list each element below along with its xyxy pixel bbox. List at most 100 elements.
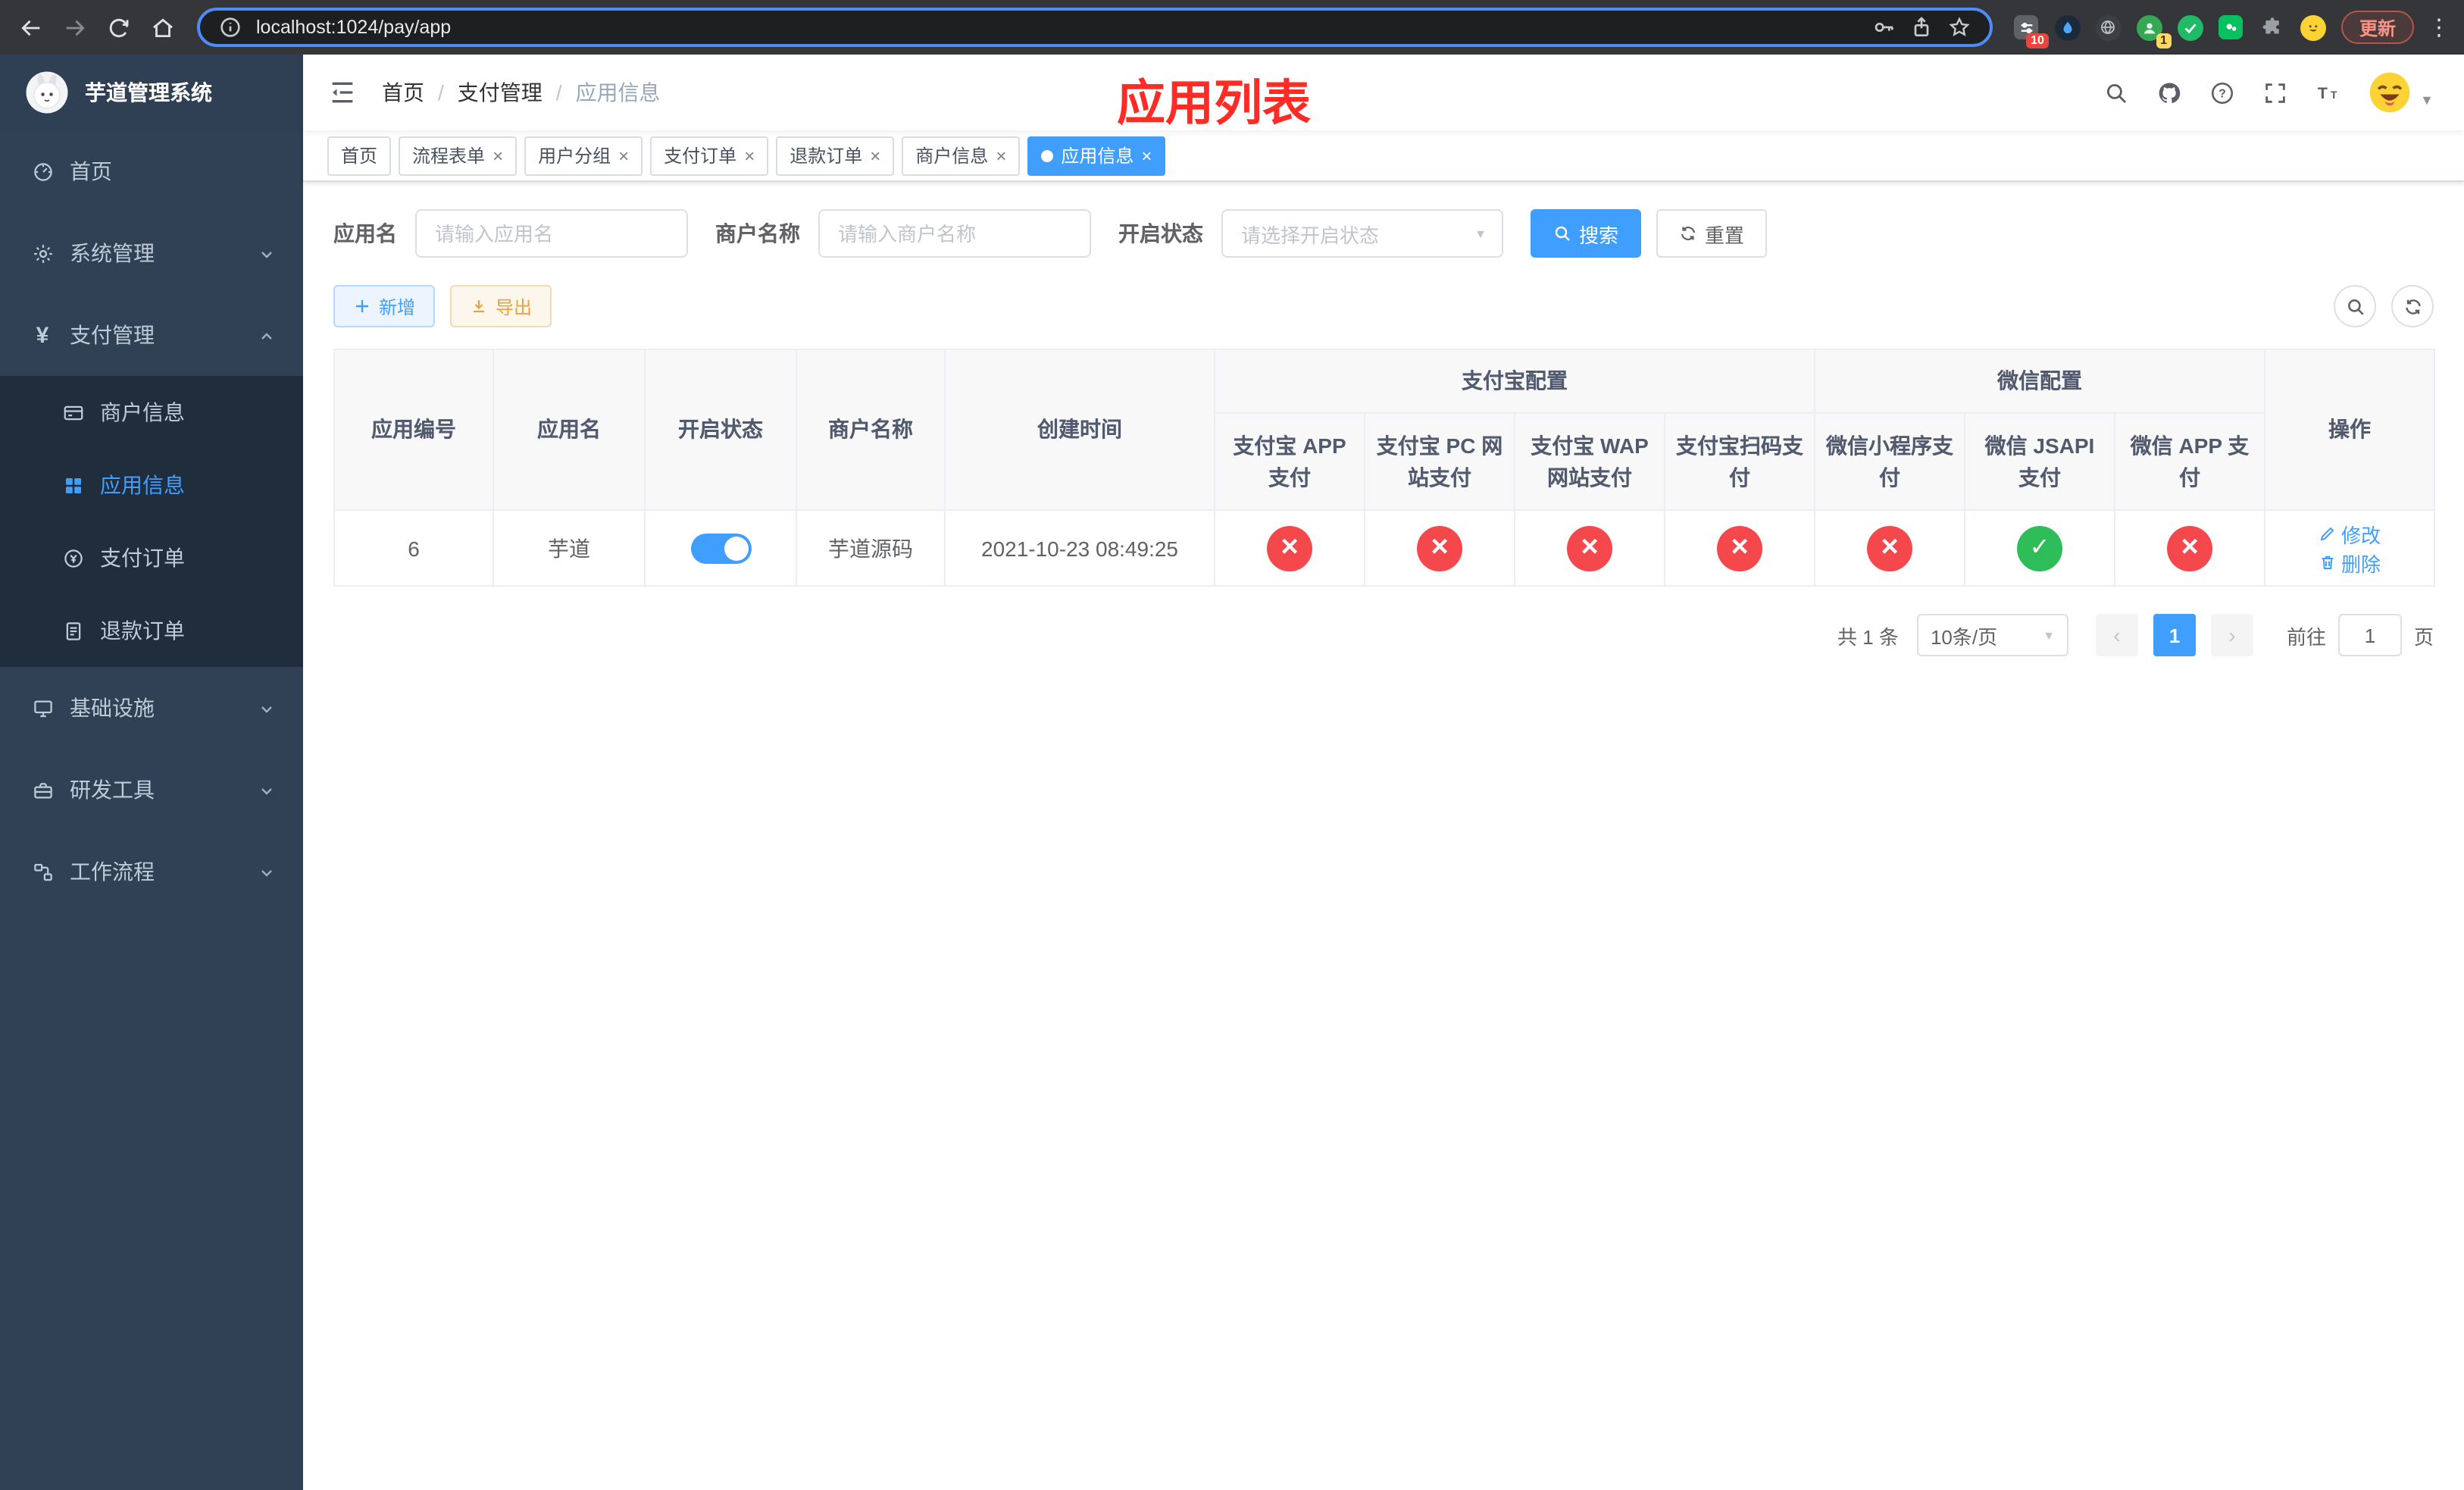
- share-icon[interactable]: [1909, 15, 1934, 39]
- breadcrumb-payment[interactable]: 支付管理: [458, 77, 543, 108]
- font-size-icon[interactable]: TT: [2314, 79, 2341, 106]
- github-icon[interactable]: [2155, 79, 2182, 106]
- puzzle-extension-icon[interactable]: [2258, 13, 2287, 42]
- browser-menu-icon[interactable]: ⋮: [2428, 14, 2450, 41]
- svg-text:T: T: [2317, 83, 2327, 102]
- chevron-down-icon: [258, 699, 276, 717]
- green-square-extension-icon[interactable]: [2217, 13, 2246, 42]
- browser-toolbar: localhost:1024/pay/app 10 1 更新 ⋮: [0, 0, 2464, 55]
- tab-process-form[interactable]: 流程表单 ×: [399, 136, 518, 175]
- tab-merchant-info[interactable]: 商户信息 ×: [902, 136, 1021, 175]
- status-select[interactable]: 请选择开启状态 ▼: [1221, 209, 1503, 258]
- sidebar-item-payment[interactable]: ¥ 支付管理: [0, 294, 303, 376]
- help-icon[interactable]: ?: [2208, 79, 2235, 106]
- forward-icon[interactable]: [59, 12, 89, 42]
- sidebar-toggle-icon[interactable]: [327, 77, 358, 108]
- back-icon[interactable]: [15, 12, 45, 42]
- goto-page-input[interactable]: [2337, 614, 2402, 656]
- tab-label: 商户信息: [915, 146, 989, 167]
- breadcrumb-separator: /: [555, 80, 562, 105]
- svg-text:?: ?: [2218, 87, 2225, 100]
- page-size-select[interactable]: 10条/页 ▼: [1916, 614, 2068, 656]
- merchant-name-input[interactable]: [818, 209, 1091, 258]
- page-number-1[interactable]: 1: [2153, 614, 2196, 656]
- add-button[interactable]: 新增: [333, 285, 436, 327]
- tab-refund-orders[interactable]: 退款订单 ×: [776, 136, 895, 175]
- reset-button[interactable]: 重置: [1656, 209, 1768, 258]
- search-icon: [1555, 226, 1570, 241]
- tab-close-icon[interactable]: ×: [492, 146, 503, 164]
- sidebar-item-infrastructure[interactable]: 基础设施: [0, 667, 303, 749]
- search-icon[interactable]: [2102, 79, 2129, 106]
- app-logo[interactable]: 芋道管理系统: [0, 55, 303, 130]
- gear-icon: [30, 241, 55, 265]
- sliders-extension-icon[interactable]: 10: [2012, 13, 2049, 48]
- tab-close-icon[interactable]: ×: [1141, 146, 1152, 164]
- sidebar-item-workflow[interactable]: 工作流程: [0, 831, 303, 912]
- sidebar-item-home[interactable]: 首页: [0, 130, 303, 212]
- home-icon[interactable]: [147, 12, 177, 42]
- chevron-down-icon: [258, 244, 276, 262]
- tab-close-icon[interactable]: ×: [870, 146, 880, 164]
- sidebar-item-merchant-info[interactable]: 商户信息: [0, 376, 303, 449]
- workflow-icon: [30, 859, 55, 884]
- drop-extension-icon[interactable]: [2053, 13, 2082, 42]
- column-header-alipay-app: 支付宝 APP 支付: [1214, 412, 1365, 511]
- export-button[interactable]: 导出: [450, 285, 552, 327]
- cell-actions: 修改 删除: [2264, 509, 2436, 587]
- emoji-extension-icon[interactable]: [2299, 13, 2328, 42]
- sidebar-item-dev-tools[interactable]: 研发工具: [0, 749, 303, 831]
- tab-close-icon[interactable]: ×: [744, 146, 755, 164]
- column-group-alipay: 支付宝配置: [1214, 349, 1815, 414]
- check-extension-icon[interactable]: [2176, 13, 2205, 42]
- doc-icon: [61, 618, 85, 643]
- tab-close-icon[interactable]: ×: [618, 146, 629, 164]
- refresh-table-button[interactable]: [2391, 285, 2434, 327]
- status-toggle[interactable]: [690, 533, 751, 563]
- globe-extension-icon[interactable]: [2094, 13, 2123, 42]
- sidebar-item-label: 退款订单: [100, 618, 185, 643]
- sidebar-item-app-info[interactable]: 应用信息: [0, 449, 303, 521]
- search-button[interactable]: 搜索: [1531, 209, 1642, 258]
- password-key-icon[interactable]: [1871, 15, 1896, 39]
- plus-icon: [356, 300, 368, 312]
- tab-app-info[interactable]: 应用信息 ×: [1027, 136, 1166, 175]
- edit-button[interactable]: 修改: [2319, 519, 2381, 548]
- site-info-icon[interactable]: [218, 15, 242, 39]
- sidebar: 芋道管理系统 首页 系统管理 ¥ 支付管理 商户信息 应用信息 支付订单 退款订…: [0, 55, 303, 1490]
- sidebar-item-refund-orders[interactable]: 退款订单: [0, 594, 303, 667]
- alipay-qr-status-icon: [1717, 525, 1762, 571]
- navbar-actions: ? TT ▼: [2102, 70, 2434, 115]
- tags-view: 首页 流程表单 × 用户分组 × 支付订单 × 退款订单 × 商户信息 × 应用…: [303, 130, 2464, 182]
- prev-page-button[interactable]: ‹: [2095, 614, 2138, 656]
- sidebar-item-label: 支付订单: [100, 546, 185, 570]
- tab-payment-orders[interactable]: 支付订单 ×: [650, 136, 769, 175]
- url-text[interactable]: localhost:1024/pay/app: [256, 17, 1858, 38]
- user-menu[interactable]: ▼: [2367, 70, 2434, 115]
- svg-text:T: T: [2330, 89, 2337, 101]
- tab-user-group[interactable]: 用户分组 ×: [524, 136, 643, 175]
- chevron-down-icon: ▼: [1474, 227, 1487, 240]
- delete-button[interactable]: 删除: [2319, 548, 2381, 577]
- app-name-input[interactable]: [415, 209, 688, 258]
- chevron-down-icon: [258, 862, 276, 881]
- sidebar-item-payment-orders[interactable]: 支付订单: [0, 521, 303, 594]
- user-avatar: [2367, 70, 2413, 115]
- breadcrumb-separator: /: [438, 80, 444, 105]
- fullscreen-icon[interactable]: [2261, 79, 2288, 106]
- toggle-search-button[interactable]: [2334, 285, 2376, 327]
- profile-extension-icon[interactable]: 1: [2135, 13, 2172, 48]
- sidebar-item-system[interactable]: 系统管理: [0, 212, 303, 294]
- browser-update-button[interactable]: 更新: [2340, 11, 2414, 44]
- tab-home[interactable]: 首页: [327, 136, 392, 175]
- tab-close-icon[interactable]: ×: [996, 146, 1006, 164]
- extensions-row: 10 1: [2012, 13, 2328, 48]
- bookmark-star-icon[interactable]: [1947, 15, 1972, 39]
- reload-icon[interactable]: [103, 12, 133, 42]
- chevron-up-icon: [258, 326, 276, 344]
- breadcrumb-home[interactable]: 首页: [382, 77, 424, 108]
- next-page-button[interactable]: ›: [2210, 614, 2253, 656]
- address-bar[interactable]: localhost:1024/pay/app: [197, 8, 1993, 47]
- status-select-placeholder: 请选择开启状态: [1241, 224, 1380, 246]
- edit-icon: [2320, 527, 2334, 541]
